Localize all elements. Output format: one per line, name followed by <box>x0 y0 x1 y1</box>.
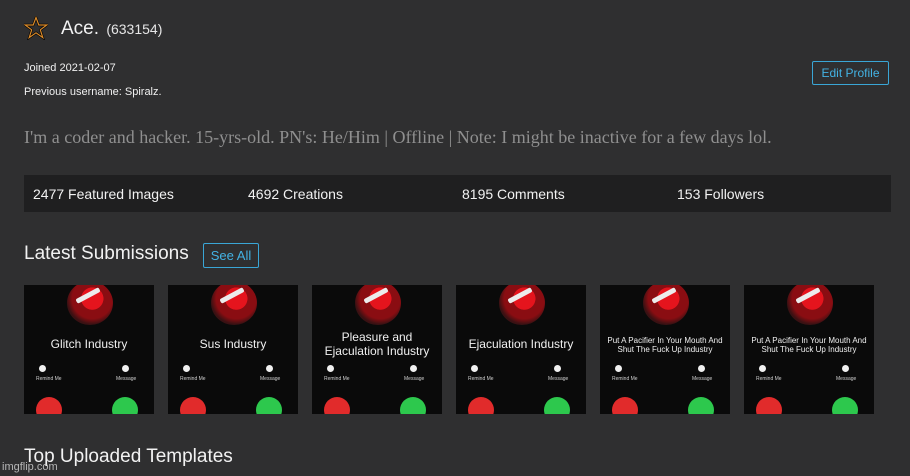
user-id: (633154) <box>106 21 163 37</box>
alarm-icon <box>615 365 622 372</box>
latest-submissions-title: Latest Submissions <box>24 243 189 264</box>
thumbnail-caption: Pleasure and Ejaculation Industry <box>324 330 430 358</box>
accept-call-icon <box>112 397 138 414</box>
alarm-icon <box>39 365 46 372</box>
accept-call-icon <box>688 397 714 414</box>
see-all-button[interactable]: See All <box>203 243 259 268</box>
submission-thumbnail[interactable]: Put A Pacifier In Your Mouth And Shut Th… <box>600 285 730 414</box>
message-icon <box>842 365 849 372</box>
alarm-icon <box>471 365 478 372</box>
decline-call-icon <box>468 397 494 414</box>
thumbnail-caption: Sus Industry <box>199 337 267 352</box>
stat-followers[interactable]: 153 Followers <box>677 186 764 202</box>
alarm-icon <box>183 365 190 372</box>
thumbnail-caption: Ejaculation Industry <box>468 337 574 352</box>
message-label: Message <box>116 376 137 382</box>
alarm-icon <box>759 365 766 372</box>
star-icon <box>24 16 48 40</box>
remind-label: Remind Me <box>180 376 206 382</box>
submission-thumbnail[interactable]: Pleasure and Ejaculation Industry Remind… <box>312 285 442 414</box>
caller-avatar-image <box>211 285 257 325</box>
submission-thumbnail[interactable]: Sus Industry Remind Me Message <box>168 285 298 414</box>
caller-avatar-image <box>355 285 401 325</box>
alarm-icon <box>327 365 334 372</box>
caller-avatar-image <box>643 285 689 325</box>
thumbnail-caption: Glitch Industry <box>50 337 128 352</box>
stat-comments[interactable]: 8195 Comments <box>462 186 565 202</box>
message-label: Message <box>260 376 281 382</box>
caller-avatar-image <box>787 285 833 325</box>
decline-call-icon <box>324 397 350 414</box>
submission-thumbnail[interactable]: Glitch Industry Remind Me Message <box>24 285 154 414</box>
stat-featured-images[interactable]: 2477 Featured Images <box>33 186 174 202</box>
message-icon <box>266 365 273 372</box>
joined-date: Joined 2021-02-07 <box>24 62 116 74</box>
imgflip-watermark: imgflip.com <box>2 461 58 473</box>
profile-username: Ace. (633154) <box>61 18 162 40</box>
accept-call-icon <box>256 397 282 414</box>
message-label: Message <box>548 376 569 382</box>
edit-profile-button[interactable]: Edit Profile <box>812 61 889 85</box>
username-text: Ace. <box>61 18 100 39</box>
remind-label: Remind Me <box>468 376 494 382</box>
decline-call-icon <box>612 397 638 414</box>
message-icon <box>122 365 129 372</box>
remind-label: Remind Me <box>36 376 62 382</box>
caller-avatar-image <box>67 285 113 325</box>
profile-bio: I'm a coder and hacker. 15-yrs-old. PN's… <box>24 127 772 147</box>
message-label: Message <box>836 376 857 382</box>
decline-call-icon <box>180 397 206 414</box>
submission-thumbnail[interactable]: Ejaculation Industry Remind Me Message <box>456 285 586 414</box>
accept-call-icon <box>544 397 570 414</box>
message-icon <box>554 365 561 372</box>
stat-creations[interactable]: 4692 Creations <box>248 186 343 202</box>
thumbnail-caption: Put A Pacifier In Your Mouth And Shut Th… <box>607 335 723 354</box>
decline-call-icon <box>756 397 782 414</box>
remind-label: Remind Me <box>612 376 638 382</box>
message-icon <box>698 365 705 372</box>
accept-call-icon <box>832 397 858 414</box>
message-icon <box>410 365 417 372</box>
message-label: Message <box>692 376 713 382</box>
accept-call-icon <box>400 397 426 414</box>
caller-avatar-image <box>499 285 545 325</box>
submission-thumbnail[interactable]: Put A Pacifier In Your Mouth And Shut Th… <box>744 285 874 414</box>
remind-label: Remind Me <box>756 376 782 382</box>
message-label: Message <box>404 376 425 382</box>
previous-username: Previous username: Spiralz. <box>24 86 162 98</box>
decline-call-icon <box>36 397 62 414</box>
thumbnail-caption: Put A Pacifier In Your Mouth And Shut Th… <box>751 335 867 354</box>
stats-bar: 2477 Featured Images 4692 Creations 8195… <box>24 175 891 212</box>
remind-label: Remind Me <box>324 376 350 382</box>
